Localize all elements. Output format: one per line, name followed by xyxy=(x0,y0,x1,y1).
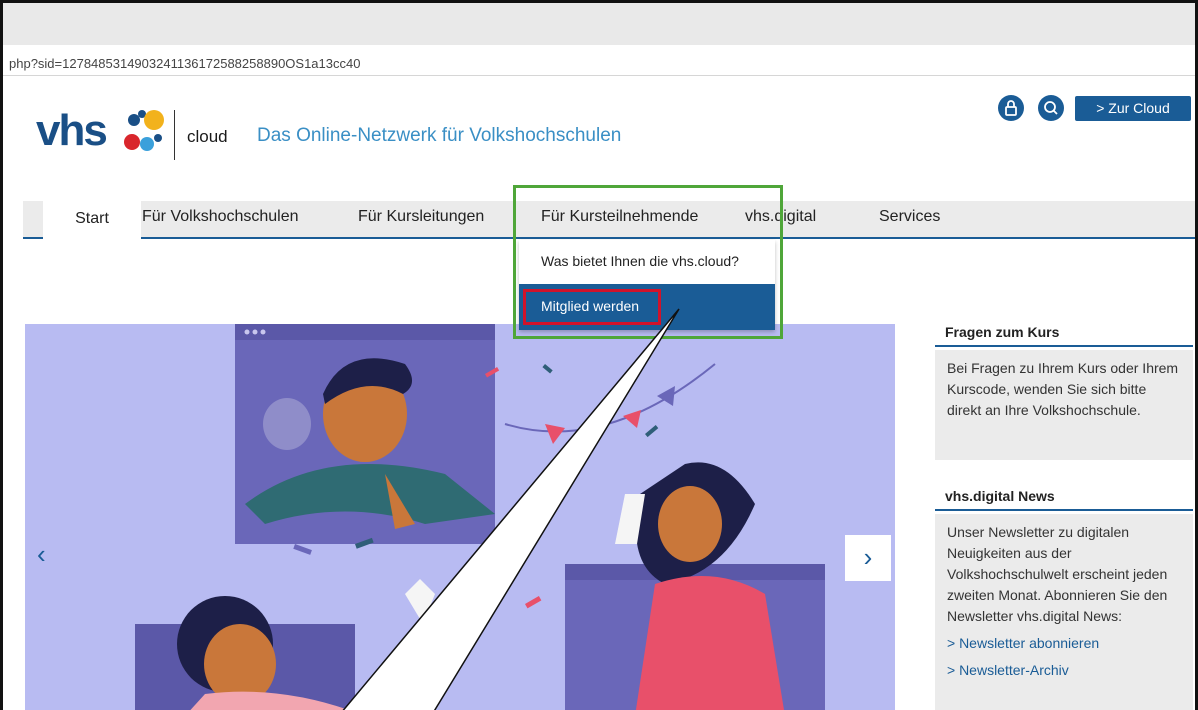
address-bar[interactable]: php?sid=1278485314903241136172588258890O… xyxy=(3,50,1195,76)
nav-item-kursleitungen[interactable]: Für Kursleitungen xyxy=(358,208,484,226)
vhs-logo[interactable]: vhs xyxy=(36,106,176,164)
logo-wordmark: vhs xyxy=(36,106,108,155)
nav-item-volkshochschulen[interactable]: Für Volkshochschulen xyxy=(142,208,299,226)
browser-frame: php?sid=1278485314903241136172588258890O… xyxy=(0,0,1198,710)
nav-item-start[interactable]: Start xyxy=(43,201,141,239)
nav-item-services[interactable]: Services xyxy=(879,208,940,226)
search-icon[interactable] xyxy=(1038,95,1064,121)
dropdown-item-mitglied-werden[interactable]: Mitglied werden xyxy=(519,284,775,330)
carousel-next-button[interactable]: › xyxy=(845,535,891,581)
logo-separator xyxy=(174,110,175,160)
nav-item-vhs-digital[interactable]: vhs.digital xyxy=(745,208,816,226)
party-illustration xyxy=(25,324,895,710)
dropdown-item-was-bietet[interactable]: Was bietet Ihnen die vhs.cloud? xyxy=(541,253,739,269)
nav-dropdown-kursteilnehmende: Was bietet Ihnen die vhs.cloud? Mitglied… xyxy=(519,240,775,330)
main-nav: Start Für Volkshochschulen Für Kursleitu… xyxy=(23,201,1195,239)
sidebar-box-news: Unser Newsletter zu digitalen Neuigkeite… xyxy=(935,514,1193,710)
sidebar-box-text-kurs: Bei Fragen zu Ihrem Kurs oder Ihrem Kurs… xyxy=(935,350,1193,460)
nav-item-kursteilnehmende[interactable]: Für Kursteilnehmende xyxy=(541,208,698,226)
carousel-prev-button[interactable]: ‹ xyxy=(37,539,46,570)
sidebar-box-title-kurs: Fragen zum Kurs xyxy=(935,317,1193,347)
browser-tab-bar xyxy=(3,3,1195,45)
sidebar-news-text: Unser Newsletter zu digitalen Neuigkeite… xyxy=(947,524,1168,624)
url-text: php?sid=1278485314903241136172588258890O… xyxy=(9,56,361,71)
dropdown-item-label: Mitglied werden xyxy=(541,298,640,314)
cloud-label: cloud xyxy=(187,127,228,146)
lock-icon[interactable] xyxy=(998,95,1024,121)
newsletter-subscribe-link[interactable]: > Newsletter abonnieren xyxy=(947,633,1181,654)
newsletter-archive-link[interactable]: > Newsletter-Archiv xyxy=(947,660,1181,681)
sidebar-box-title-news: vhs.digital News xyxy=(935,481,1193,511)
hero-carousel-image xyxy=(25,324,895,710)
zur-cloud-button[interactable]: > Zur Cloud xyxy=(1075,96,1191,121)
tagline: Das Online-Netzwerk für Volkshochschulen xyxy=(257,125,622,146)
logo-dots-icon xyxy=(124,110,164,151)
